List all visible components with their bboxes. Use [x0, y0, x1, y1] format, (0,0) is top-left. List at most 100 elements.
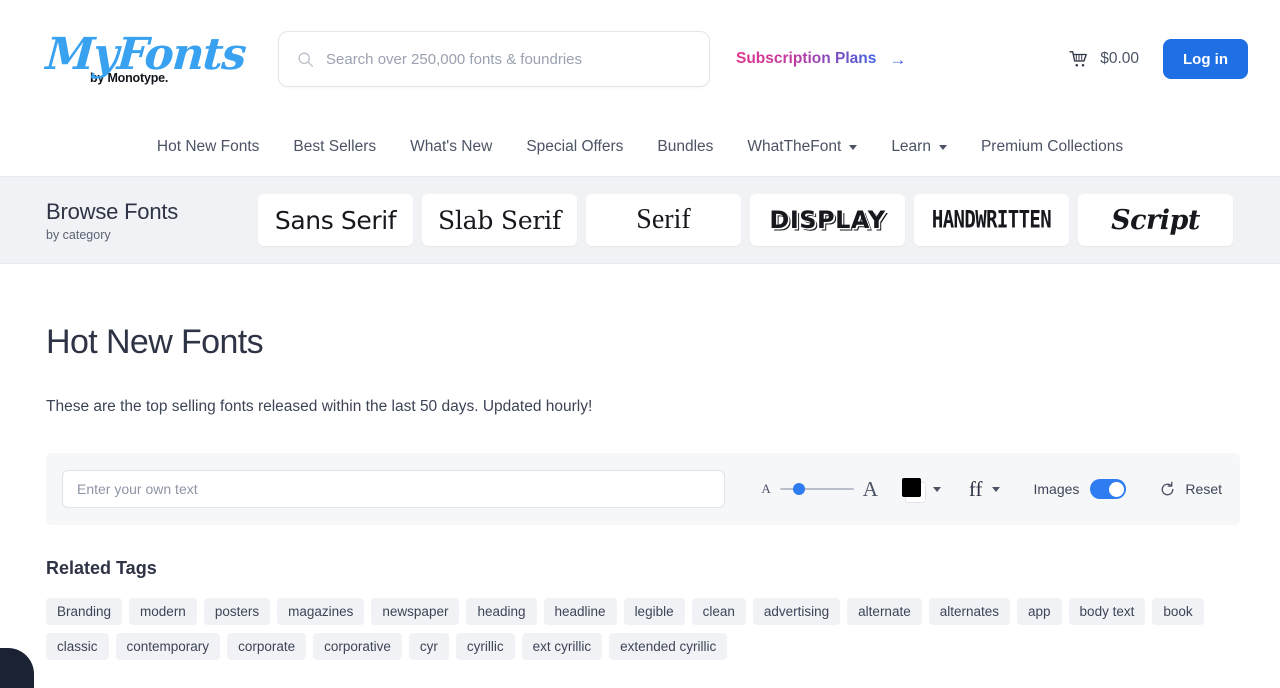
category-card-handwritten[interactable]: HANDWRITTEN [914, 194, 1069, 246]
tag-item[interactable]: book [1152, 598, 1204, 625]
tag-item[interactable]: app [1017, 598, 1062, 625]
category-card-list: Sans Serif Slab Serif Serif DISPLAY HAND… [258, 194, 1233, 246]
nav-item-learn[interactable]: Learn [874, 138, 964, 156]
slider-track [779, 487, 854, 491]
category-card-display[interactable]: DISPLAY [750, 194, 905, 246]
search-icon [298, 51, 314, 67]
category-card-serif[interactable]: Serif [586, 194, 741, 246]
nav-item-whatthefont[interactable]: WhatTheFont [730, 138, 874, 156]
category-label: DISPLAY [769, 206, 886, 234]
nav-item-bundles[interactable]: Bundles [640, 138, 730, 156]
search-input[interactable] [326, 50, 691, 68]
cart-icon [1069, 51, 1088, 67]
category-label: Script [1111, 204, 1200, 236]
nav-item-special-offers[interactable]: Special Offers [509, 138, 640, 156]
size-large-label: A [862, 476, 878, 501]
subscription-plans-label: Subscription Plans [736, 50, 877, 67]
myfonts-logo[interactable]: MyFonts by Monotype. [44, 24, 247, 94]
tag-item[interactable]: cyr [408, 633, 449, 660]
chevron-down-icon [938, 144, 947, 150]
reset-button[interactable]: Reset [1159, 481, 1222, 498]
size-small-label: A [761, 481, 771, 496]
font-features-dropdown[interactable]: ff [968, 476, 1000, 501]
search-box[interactable] [278, 31, 710, 87]
ligature-glyph-icon: ff [968, 476, 983, 501]
nav-label: Bundles [657, 138, 714, 155]
nav-label: Learn [891, 138, 931, 155]
tag-item[interactable]: corporative [313, 633, 402, 660]
tag-item[interactable]: cyrillic [455, 633, 515, 660]
nav-label: WhatTheFont [747, 138, 842, 155]
tag-item[interactable]: magazines [277, 598, 365, 625]
preview-toolbar: A A ff Images [46, 453, 1240, 525]
arrow-right-icon: → [889, 49, 907, 69]
related-tags-list: Branding modern posters magazines newspa… [46, 598, 1240, 660]
nav-label: Special Offers [526, 138, 624, 155]
tag-item[interactable]: headline [543, 598, 617, 625]
color-swatch [901, 478, 926, 503]
category-card-script[interactable]: Script [1078, 194, 1233, 246]
text-color-picker[interactable] [901, 478, 941, 503]
nav-item-whats-new[interactable]: What's New [393, 138, 509, 156]
category-label: Sans Serif [274, 205, 397, 235]
tag-item[interactable]: clean [691, 598, 746, 625]
chevron-down-icon [932, 486, 941, 492]
tag-item[interactable]: body text [1068, 598, 1146, 625]
sample-text-input[interactable] [62, 470, 725, 508]
nav-item-hot-new-fonts[interactable]: Hot New Fonts [140, 138, 277, 156]
tag-item[interactable]: legible [623, 598, 685, 625]
browse-fonts-band: Browse Fonts by category Sans Serif Slab… [0, 176, 1280, 264]
reset-label: Reset [1185, 481, 1222, 497]
tag-item[interactable]: corporate [227, 633, 307, 660]
category-card-slab-serif[interactable]: Slab Serif [422, 194, 577, 246]
category-card-sans-serif[interactable]: Sans Serif [258, 194, 413, 246]
slider-thumb[interactable] [792, 483, 805, 495]
tag-item[interactable]: alternates [928, 598, 1011, 625]
images-toggle[interactable] [1090, 479, 1127, 499]
font-size-slider[interactable] [779, 482, 854, 496]
tag-item[interactable]: newspaper [371, 598, 460, 625]
subscription-plans-link[interactable]: Subscription Plans → [736, 50, 906, 68]
tag-item[interactable]: modern [129, 598, 197, 625]
images-toggle-control: Images [1034, 479, 1127, 499]
tag-item[interactable]: classic [46, 633, 109, 660]
browse-fonts-title: Browse Fonts [46, 198, 179, 224]
chevron-down-icon [991, 486, 1000, 492]
font-size-control: A A [761, 477, 878, 502]
tag-item[interactable]: advertising [752, 598, 841, 625]
logo-wordmark: MyFonts [44, 29, 247, 80]
site-header: MyFonts by Monotype. Subscription Plans … [0, 0, 1280, 118]
reset-circular-arrow-icon [1161, 481, 1174, 495]
cart-total: $0.00 [1100, 50, 1139, 67]
tag-item[interactable]: extended cyrillic [609, 633, 728, 660]
category-label: HANDWRITTEN [931, 206, 1052, 234]
cart-button[interactable]: $0.00 [1069, 50, 1139, 68]
tag-item[interactable]: contemporary [115, 633, 221, 660]
main-content: Hot New Fonts These are the top selling … [0, 323, 1280, 660]
nav-label: What's New [410, 138, 493, 155]
tag-item[interactable]: alternate [847, 598, 922, 625]
toolbar-controls: A A ff Images Reset [761, 476, 1222, 503]
header-actions: $0.00 Log in [1069, 39, 1248, 79]
related-tags-title: Related Tags [46, 558, 157, 578]
browse-fonts-subtitle: by category [46, 227, 111, 242]
tag-item[interactable]: ext cyrillic [521, 633, 603, 660]
login-button[interactable]: Log in [1163, 39, 1248, 79]
category-label: Slab Serif [437, 205, 562, 235]
nav-label: Premium Collections [980, 138, 1124, 155]
color-swatch-foreground [901, 478, 921, 497]
images-label: Images [1033, 481, 1080, 497]
nav-item-best-sellers[interactable]: Best Sellers [276, 138, 393, 156]
page-title: Hot New Fonts [46, 323, 264, 361]
main-navigation: Hot New Fonts Best Sellers What's New Sp… [0, 118, 1280, 176]
nav-item-premium-collections[interactable]: Premium Collections [964, 138, 1140, 156]
tag-item[interactable]: posters [203, 598, 271, 625]
chevron-down-icon [849, 144, 858, 150]
category-label: Serif [636, 204, 691, 235]
nav-label: Best Sellers [293, 138, 377, 155]
page-description: These are the top selling fonts released… [46, 398, 593, 415]
browse-fonts-heading: Browse Fonts by category [46, 199, 258, 242]
nav-label: Hot New Fonts [156, 138, 260, 155]
tag-item[interactable]: heading [466, 598, 537, 625]
tag-item[interactable]: Branding [46, 598, 123, 625]
